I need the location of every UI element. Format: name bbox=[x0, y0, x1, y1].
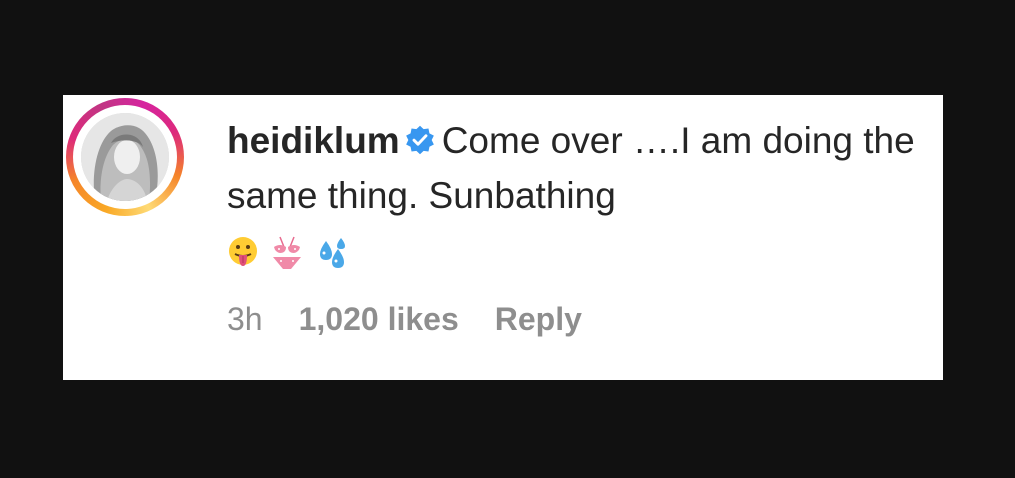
comment-body: heidiklum Come over ….I am doing the same… bbox=[227, 113, 917, 273]
verified-badge-icon bbox=[405, 125, 434, 155]
comment-username[interactable]: heidiklum bbox=[227, 120, 400, 161]
emoji-row bbox=[227, 223, 917, 273]
sweat-droplets-icon bbox=[319, 238, 345, 269]
comment-timestamp: 3h bbox=[227, 301, 263, 337]
avatar[interactable] bbox=[81, 113, 169, 201]
avatar-image bbox=[81, 113, 169, 201]
bikini-icon bbox=[273, 236, 302, 270]
comment-meta: 3h 1,020 likes Reply bbox=[227, 301, 618, 338]
face-with-tongue-icon bbox=[229, 237, 257, 267]
story-ring[interactable] bbox=[66, 98, 184, 216]
comment-card: heidiklum Come over ….I am doing the same… bbox=[63, 95, 943, 380]
avatar-border bbox=[73, 105, 177, 209]
reply-button[interactable]: Reply bbox=[495, 301, 582, 337]
likes-count[interactable]: 1,020 likes bbox=[299, 301, 459, 337]
